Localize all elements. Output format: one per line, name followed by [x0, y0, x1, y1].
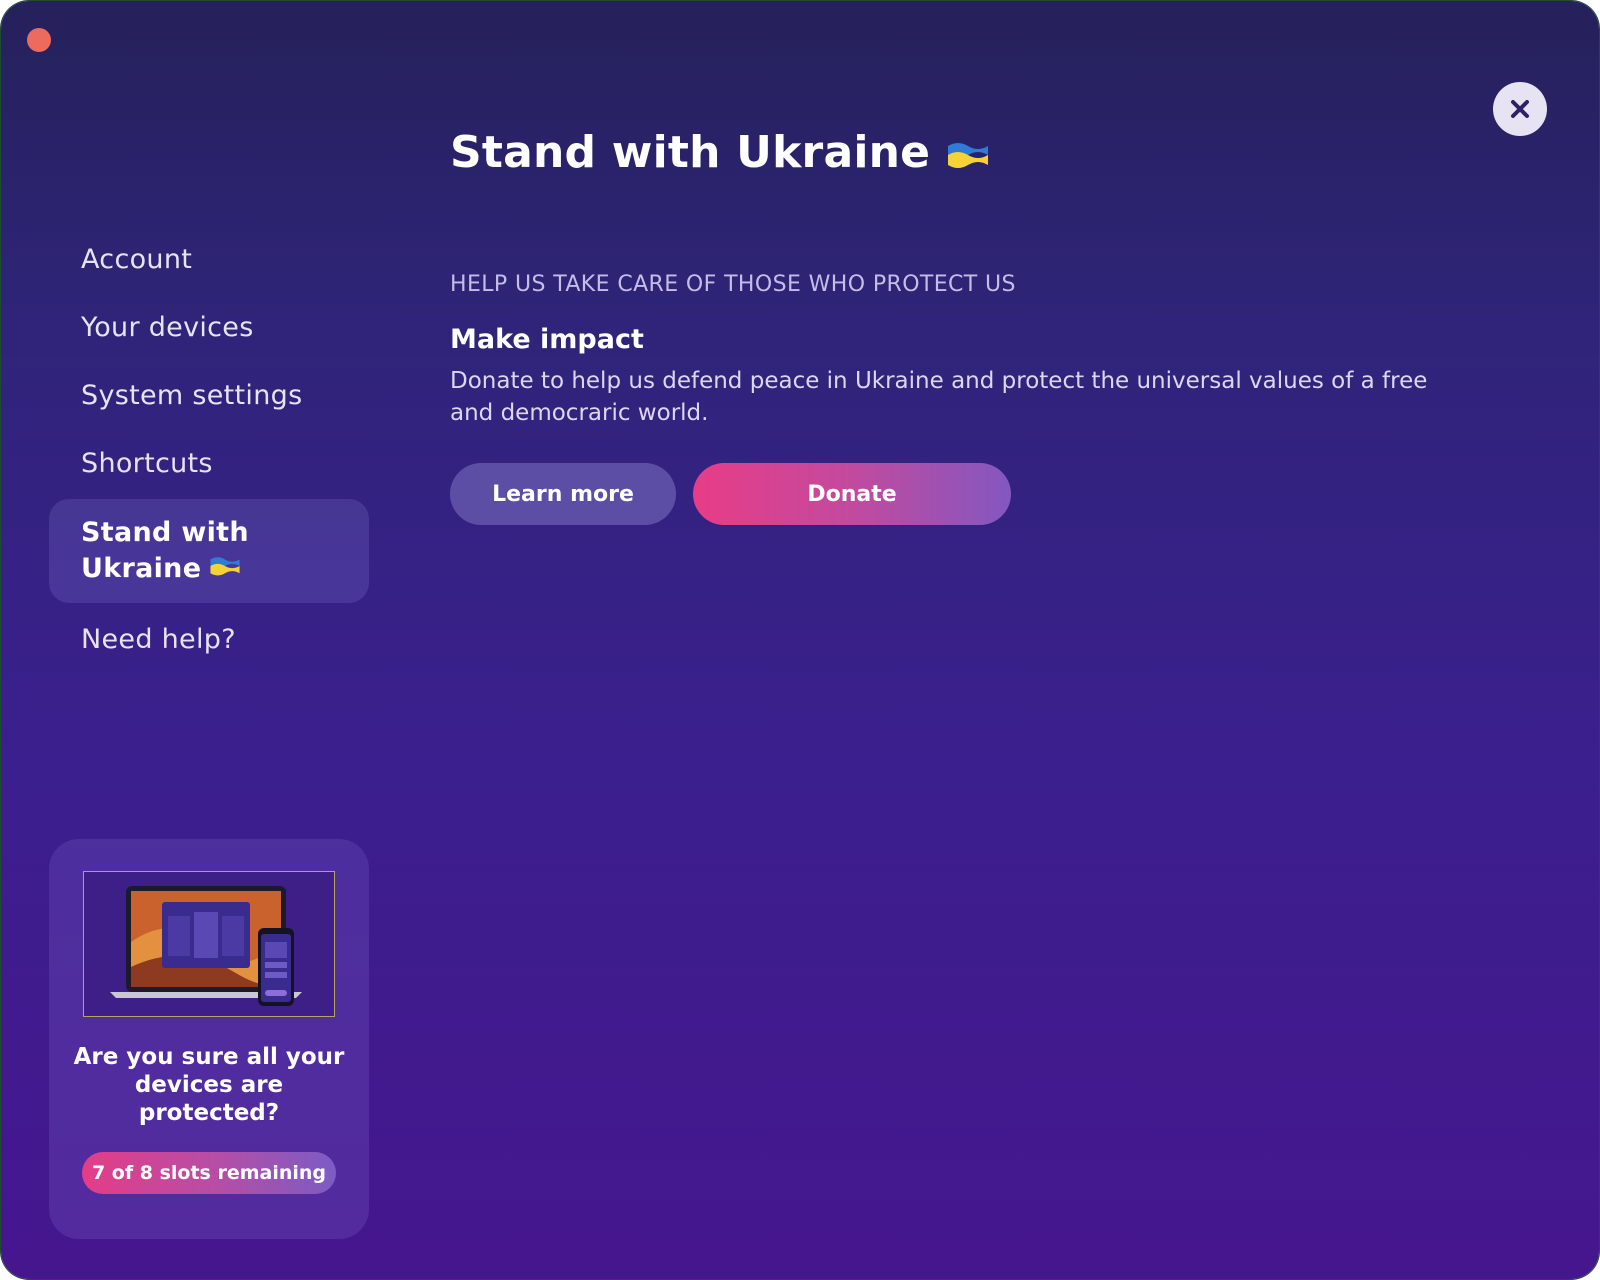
learn-more-button[interactable]: Learn more — [450, 463, 676, 525]
close-button[interactable] — [1493, 82, 1547, 136]
sidebar-item-label: System settings — [81, 379, 303, 411]
sidebar: Account Your devices System settings Sho… — [49, 225, 369, 673]
sidebar-item-label: Account — [81, 243, 193, 275]
sidebar-item-your-devices[interactable]: Your devices — [49, 293, 369, 361]
donate-button[interactable]: Donate — [693, 463, 1011, 525]
devices-illustration — [83, 871, 335, 1017]
ukraine-flag-icon — [209, 551, 241, 587]
sidebar-item-need-help[interactable]: Need help? — [49, 605, 369, 673]
section-description: Donate to help us defend peace in Ukrain… — [450, 368, 1428, 426]
close-icon — [1511, 100, 1529, 118]
sidebar-item-label: Stand with Ukraine — [81, 515, 281, 588]
sidebar-item-shortcuts[interactable]: Shortcuts — [49, 429, 369, 497]
sidebar-item-label: Shortcuts — [81, 447, 213, 479]
sidebar-item-system-settings[interactable]: System settings — [49, 361, 369, 429]
page-title: Stand with Ukraine — [450, 127, 990, 181]
page-title-text: Stand with Ukraine — [450, 127, 931, 178]
sidebar-item-label: Need help? — [81, 623, 236, 655]
slots-remaining-button[interactable]: 7 of 8 slots remaining — [82, 1152, 336, 1194]
ukraine-flag-icon — [946, 130, 990, 181]
section-heading: Make impact — [450, 324, 644, 355]
window-close-traffic-light[interactable] — [27, 28, 51, 52]
devices-promo-card: Are you sure all your devices are protec… — [49, 839, 369, 1239]
app-window: Stand with Ukraine HELP US TAKE CARE OF … — [1, 1, 1599, 1279]
sidebar-item-label: Your devices — [81, 311, 254, 343]
sidebar-item-stand-with-ukraine[interactable]: Stand with Ukraine — [49, 499, 369, 603]
promo-text: Are you sure all your devices are protec… — [73, 1044, 345, 1126]
sidebar-item-account[interactable]: Account — [49, 225, 369, 293]
section-kicker: HELP US TAKE CARE OF THOSE WHO PROTECT U… — [450, 272, 1016, 297]
